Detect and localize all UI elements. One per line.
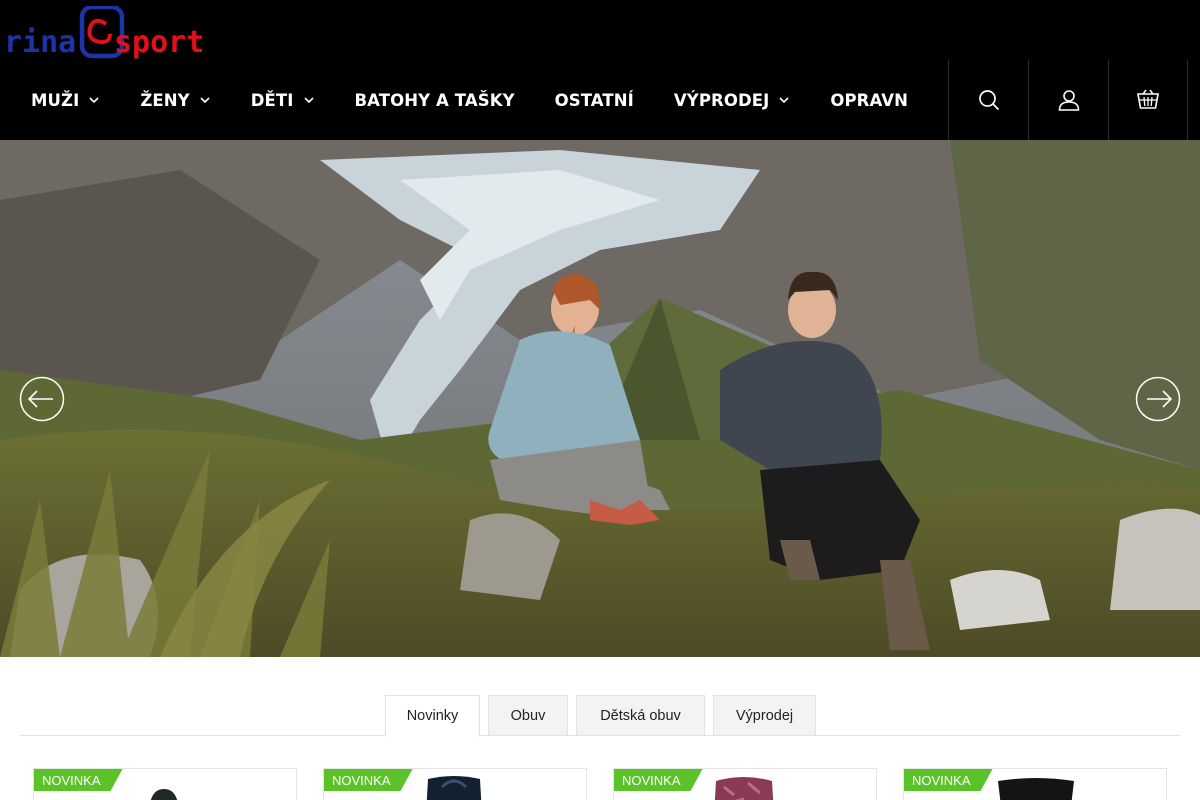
product-card[interactable]: NOVINKA [323, 768, 587, 800]
tab-novinky[interactable]: Novinky [385, 695, 480, 737]
nav-opravna[interactable]: OPRAVN [830, 60, 908, 140]
new-badge: NOVINKA [34, 769, 123, 791]
nav-label: MUŽI [31, 90, 80, 110]
logo[interactable]: rina sport [4, 6, 206, 60]
new-badge: NOVINKA [614, 769, 703, 791]
new-badge: NOVINKA [324, 769, 413, 791]
chevron-down-icon [89, 97, 99, 104]
product-image [150, 789, 178, 800]
account-button[interactable] [1028, 60, 1108, 140]
logo-text-right: sport [114, 25, 204, 60]
cart-button[interactable] [1108, 60, 1188, 140]
nav-label: ŽENY [140, 90, 190, 110]
search-button[interactable] [948, 60, 1028, 140]
tab-vyprodej[interactable]: Výprodej [713, 695, 816, 736]
tab-obuv[interactable]: Obuv [488, 695, 568, 736]
search-icon [978, 90, 999, 111]
product-card[interactable]: NOVINKA [33, 768, 297, 800]
main-nav: MUŽI ŽENY DĚTI BATOHY A TAŠKY OSTATNÍ VÝ… [0, 60, 948, 140]
nav-batohy[interactable]: BATOHY A TAŠKY [355, 60, 515, 140]
product-card[interactable]: NOVINKA [903, 768, 1167, 800]
nav-label: OPRAVN [830, 90, 909, 110]
user-icon [1058, 90, 1079, 111]
chevron-down-icon [200, 97, 210, 104]
nav-vyprodej[interactable]: VÝPRODEJ [674, 60, 790, 140]
nav-label: OSTATNÍ [554, 90, 634, 110]
logo-text-left: rina [4, 25, 76, 60]
nav-ostatni[interactable]: OSTATNÍ [555, 60, 634, 140]
product-image [714, 777, 774, 800]
product-image [426, 776, 482, 800]
nav-label: DĚTI [250, 90, 294, 110]
product-tabs: Novinky Obuv Dětská obuv Výprodej [20, 695, 1180, 737]
tab-detska-obuv[interactable]: Dětská obuv [576, 695, 705, 736]
nav-muzi[interactable]: MUŽI [31, 60, 100, 140]
chevron-down-icon [779, 97, 789, 104]
chevron-down-icon [303, 97, 314, 104]
hero-slider [0, 140, 1200, 657]
slider-prev-button[interactable] [19, 376, 65, 422]
nav-label: BATOHY A TAŠKY [354, 90, 515, 110]
cart-icon [1137, 89, 1159, 109]
product-image [998, 778, 1074, 800]
slider-next-button[interactable] [1135, 376, 1181, 422]
nav-deti[interactable]: DĚTI [251, 60, 315, 140]
arrow-right-icon [1135, 376, 1181, 422]
hero-image [0, 140, 1200, 657]
nav-zeny[interactable]: ŽENY [140, 60, 210, 140]
nav-label: VÝPRODEJ [673, 90, 770, 110]
arrow-left-icon [19, 376, 65, 422]
site-header: rina sport MUŽI ŽENY DĚTI BATOHY A TAŠKY… [0, 0, 1200, 140]
new-badge: NOVINKA [904, 769, 993, 791]
product-card[interactable]: NOVINKA [613, 768, 877, 800]
